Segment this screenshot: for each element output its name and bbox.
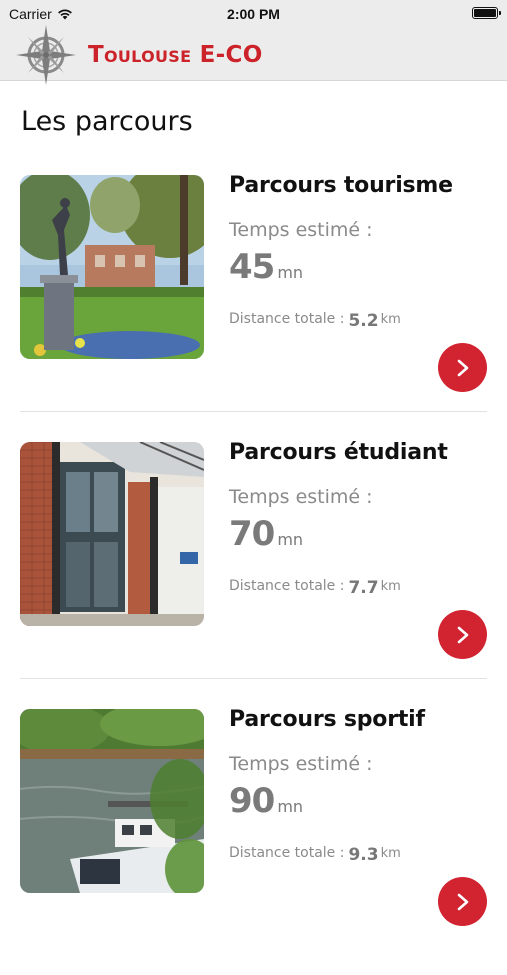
status-time: 2:00 PM bbox=[227, 6, 280, 22]
time-unit: mn bbox=[277, 797, 304, 816]
distance-unit: km bbox=[380, 579, 401, 594]
parcours-title: Parcours tourisme bbox=[229, 173, 453, 198]
compass-rose-icon bbox=[16, 25, 76, 85]
divider bbox=[20, 411, 487, 412]
divider bbox=[20, 678, 487, 679]
estimated-time: 90 mn bbox=[229, 781, 303, 821]
total-distance: Distance totale :7.7 km bbox=[229, 575, 401, 598]
time-unit: mn bbox=[277, 263, 304, 282]
distance-value: 5.2 bbox=[348, 311, 379, 331]
park-statue-photo bbox=[20, 175, 204, 359]
app-logo-text: Toulouse E-CO bbox=[88, 42, 263, 68]
parcours-card: Parcours étudiant Temps estimé : 70 mn Di… bbox=[0, 440, 507, 708]
river-boat-photo bbox=[20, 709, 204, 893]
distance-label: Distance totale : bbox=[229, 311, 345, 327]
open-parcours-button[interactable] bbox=[438, 610, 487, 659]
time-value: 45 bbox=[229, 247, 275, 287]
building-entrance-photo bbox=[20, 442, 204, 626]
chevron-right-icon bbox=[457, 359, 468, 376]
estimated-time-label: Temps estimé : bbox=[229, 486, 373, 508]
distance-label: Distance totale : bbox=[229, 578, 345, 594]
distance-value: 9.3 bbox=[348, 845, 379, 865]
chevron-right-icon bbox=[457, 626, 468, 643]
time-value: 90 bbox=[229, 781, 275, 821]
parcours-card: Parcours tourisme Temps estimé : 45 mn Di… bbox=[0, 173, 507, 441]
distance-value: 7.7 bbox=[348, 578, 379, 598]
parcours-card: Parcours sportif Temps estimé : 90 mn Dis… bbox=[0, 707, 507, 975]
distance-unit: km bbox=[380, 846, 401, 861]
chevron-right-icon bbox=[457, 893, 468, 910]
parcours-title: Parcours sportif bbox=[229, 707, 425, 732]
estimated-time: 70 mn bbox=[229, 514, 303, 554]
app-header: Toulouse E-CO bbox=[0, 25, 507, 85]
open-parcours-button[interactable] bbox=[438, 877, 487, 926]
time-value: 70 bbox=[229, 514, 275, 554]
total-distance: Distance totale :9.3 km bbox=[229, 842, 401, 865]
distance-unit: km bbox=[380, 312, 401, 327]
estimated-time: 45 mn bbox=[229, 247, 303, 287]
total-distance: Distance totale :5.2 km bbox=[229, 308, 401, 331]
page-title: Les parcours bbox=[21, 106, 193, 137]
estimated-time-label: Temps estimé : bbox=[229, 219, 373, 241]
time-unit: mn bbox=[277, 530, 304, 549]
estimated-time-label: Temps estimé : bbox=[229, 753, 373, 775]
battery-icon bbox=[472, 7, 501, 19]
open-parcours-button[interactable] bbox=[438, 343, 487, 392]
distance-label: Distance totale : bbox=[229, 845, 345, 861]
parcours-title: Parcours étudiant bbox=[229, 440, 448, 465]
